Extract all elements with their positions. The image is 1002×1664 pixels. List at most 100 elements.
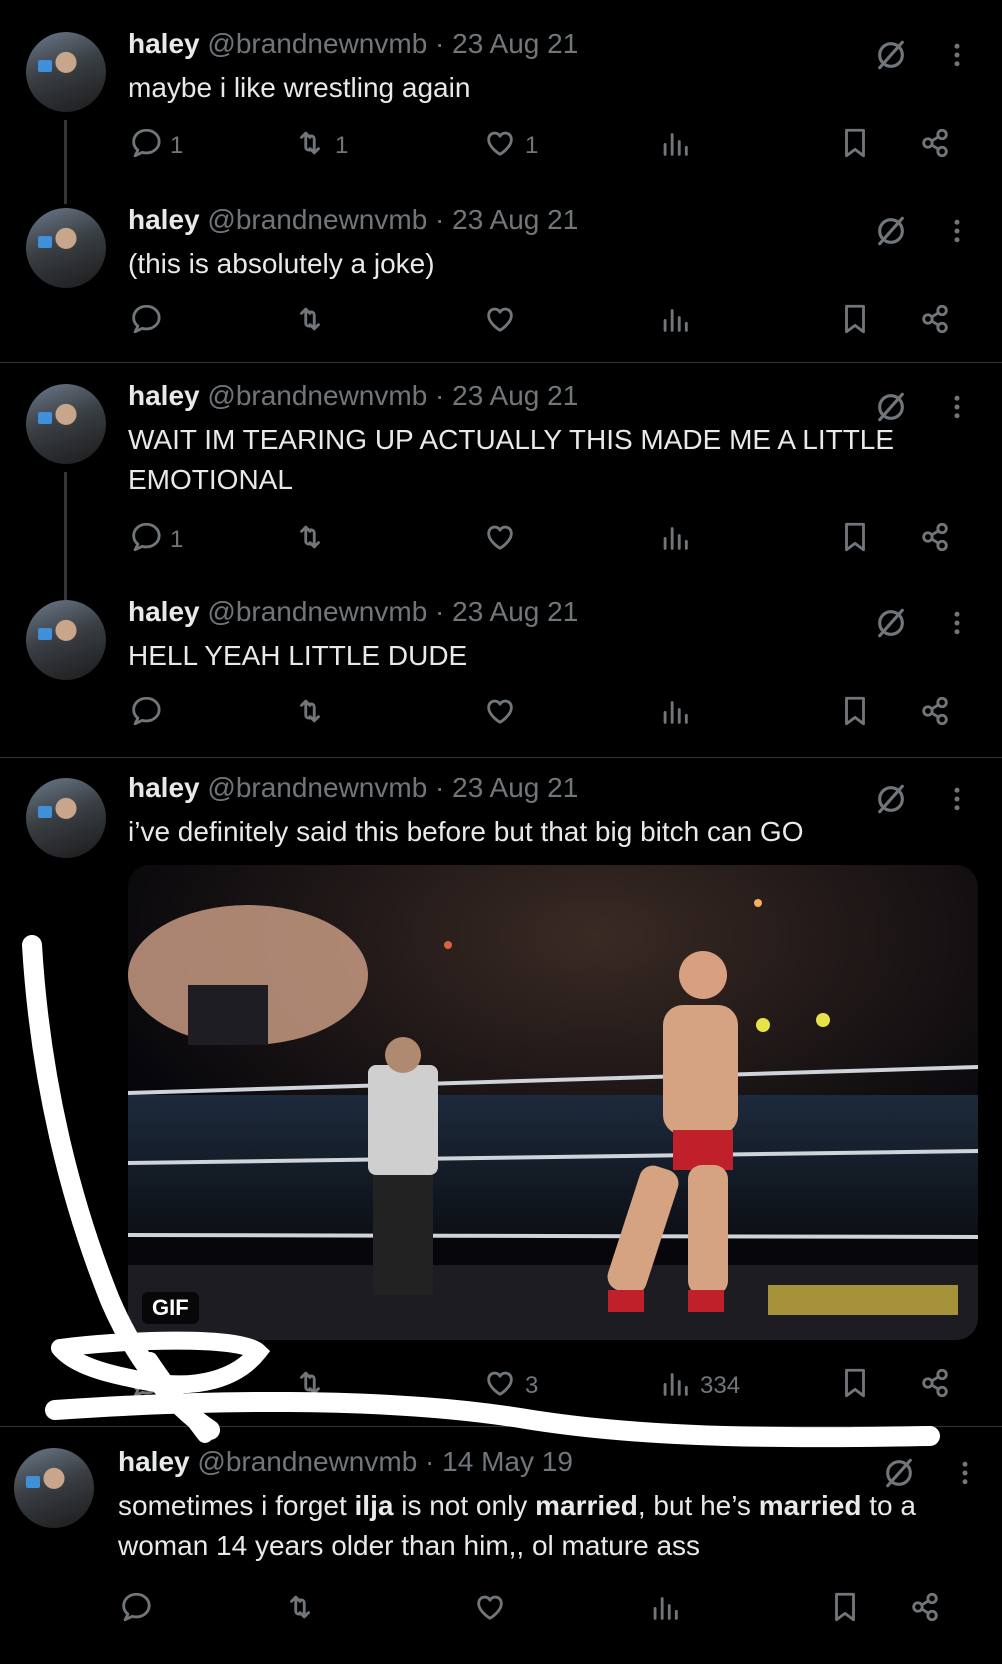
grok-icon[interactable] [874, 38, 908, 72]
timestamp[interactable]: · 23 Aug 21 [435, 596, 578, 627]
avatar[interactable] [26, 384, 106, 464]
like-count: 3 [525, 1372, 539, 1399]
timestamp[interactable]: · 14 May 19 [425, 1446, 573, 1477]
bookmark-button[interactable] [838, 520, 872, 560]
more-icon[interactable] [952, 784, 962, 820]
share-button[interactable] [918, 694, 952, 734]
views-button[interactable] [658, 520, 700, 560]
views-button[interactable] [658, 126, 700, 166]
handle[interactable]: @brandnewnvmb [207, 204, 427, 235]
share-button[interactable] [918, 302, 952, 342]
repost-button[interactable] [283, 1590, 325, 1630]
reply-icon [128, 520, 162, 561]
repost-button[interactable] [293, 694, 335, 734]
tweet-header: haley @brandnewnvmb · 14 May 19 [118, 1446, 573, 1478]
display-name[interactable]: haley [128, 380, 200, 411]
grok-icon[interactable] [874, 214, 908, 248]
bookmark-button[interactable] [838, 1366, 872, 1406]
gif-media[interactable]: GIF [128, 865, 978, 1340]
views-icon [658, 694, 692, 735]
avatar[interactable] [26, 208, 106, 288]
share-icon [908, 1590, 942, 1631]
views-button[interactable] [658, 302, 700, 342]
reply-button[interactable]: 1 [128, 126, 183, 166]
bold-text: ilja [354, 1490, 394, 1521]
like-button[interactable] [483, 302, 525, 342]
tweet-text: WAIT IM TEARING UP ACTUALLY THIS MADE ME… [128, 424, 895, 495]
bookmark-button[interactable] [838, 126, 872, 166]
display-name[interactable]: haley [128, 772, 200, 803]
views-count: 334 [700, 1372, 741, 1399]
grok-icon[interactable] [874, 606, 908, 640]
grok-icon[interactable] [874, 390, 908, 424]
heart-icon [483, 1366, 517, 1407]
handle[interactable]: @brandnewnvmb [207, 596, 427, 627]
like-button[interactable] [483, 520, 525, 560]
share-button[interactable] [918, 520, 952, 560]
text-run: , but he’s [637, 1490, 759, 1521]
display-name[interactable]: haley [128, 204, 200, 235]
handle[interactable]: @brandnewnvmb [207, 380, 427, 411]
display-name[interactable]: haley [128, 596, 200, 627]
avatar[interactable] [26, 32, 106, 112]
more-icon[interactable] [952, 40, 962, 76]
views-button[interactable] [658, 694, 700, 734]
views-icon [648, 1590, 682, 1631]
repost-button[interactable] [293, 520, 335, 560]
share-button[interactable] [918, 126, 952, 166]
reply-button[interactable] [128, 694, 170, 734]
repost-button[interactable] [293, 1366, 335, 1406]
like-button[interactable] [473, 1590, 515, 1630]
views-button[interactable] [648, 1590, 690, 1630]
reply-button[interactable] [128, 302, 170, 342]
timestamp[interactable]: · 23 Aug 21 [435, 772, 578, 803]
more-icon[interactable] [960, 1458, 970, 1494]
share-button[interactable] [908, 1590, 942, 1630]
views-button[interactable]: 334 [658, 1366, 740, 1406]
display-name[interactable]: haley [128, 28, 200, 59]
share-icon [918, 1366, 952, 1407]
action-bar [128, 694, 968, 734]
bookmark-button[interactable] [838, 694, 872, 734]
tweet-header: haley @brandnewnvmb · 23 Aug 21 [128, 28, 578, 60]
reply-button[interactable] [118, 1590, 160, 1630]
bookmark-button[interactable] [838, 302, 872, 342]
display-name[interactable]: haley [118, 1446, 190, 1477]
timestamp[interactable]: · 23 Aug 21 [435, 380, 578, 411]
tweet-text: HELL YEAH LITTLE DUDE [128, 640, 468, 671]
views-icon [658, 520, 692, 561]
share-button[interactable] [918, 1366, 952, 1406]
handle[interactable]: @brandnewnvmb [207, 772, 427, 803]
reply-count: 1 [170, 132, 184, 159]
reply-icon [128, 302, 162, 343]
bookmark-icon [838, 694, 872, 735]
reply-count: 1 [170, 526, 184, 553]
tweet-text: sometimes i forget ilja is not only marr… [118, 1486, 988, 1566]
timestamp[interactable]: · 23 Aug 21 [435, 28, 578, 59]
grok-icon[interactable] [874, 782, 908, 816]
repost-button[interactable]: 1 [293, 126, 348, 166]
action-bar [118, 1590, 958, 1630]
tweet-header: haley @brandnewnvmb · 23 Aug 21 [128, 204, 578, 236]
grok-icon[interactable] [882, 1456, 916, 1490]
heart-icon [483, 302, 517, 343]
more-icon[interactable] [952, 608, 962, 644]
like-button[interactable] [483, 694, 525, 734]
reply-button[interactable] [128, 1366, 170, 1406]
like-button[interactable]: 1 [483, 126, 538, 166]
avatar[interactable] [14, 1448, 94, 1528]
like-button[interactable]: 3 [483, 1366, 538, 1406]
share-icon [918, 126, 952, 167]
more-icon[interactable] [952, 216, 962, 252]
more-icon[interactable] [952, 392, 962, 428]
repost-button[interactable] [293, 302, 335, 342]
handle[interactable]: @brandnewnvmb [207, 28, 427, 59]
heart-icon [483, 694, 517, 735]
avatar[interactable] [26, 778, 106, 858]
repost-count: 1 [335, 132, 349, 159]
timestamp[interactable]: · 23 Aug 21 [435, 204, 578, 235]
avatar[interactable] [26, 600, 106, 680]
reply-button[interactable]: 1 [128, 520, 183, 560]
handle[interactable]: @brandnewnvmb [197, 1446, 417, 1477]
bookmark-button[interactable] [828, 1590, 862, 1630]
